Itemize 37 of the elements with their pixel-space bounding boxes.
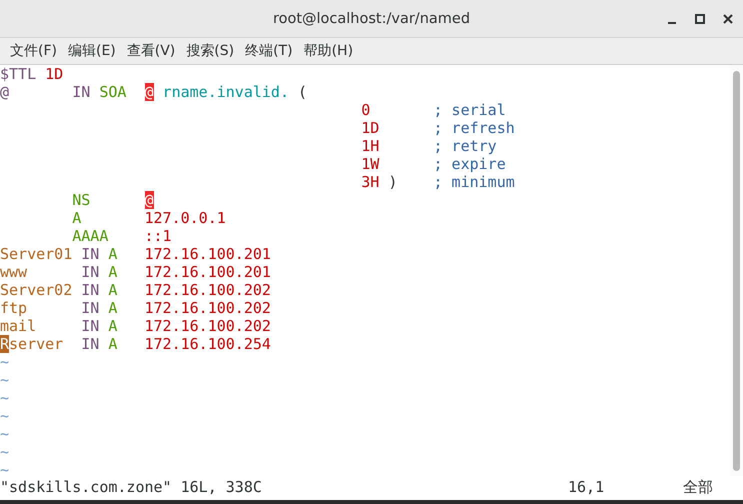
empty-line-marker: ~ — [0, 443, 10, 461]
code-line: 1W ; expire — [360, 155, 506, 173]
code-line: $TTL 1D — [0, 65, 64, 83]
code-line: 1D ; refresh — [360, 119, 515, 137]
menu-item[interactable]: 文件(F) — [5, 42, 62, 60]
empty-line-marker: ~ — [0, 407, 10, 425]
empty-line-marker: ~ — [0, 371, 10, 389]
code-line: A 127.0.0.1 — [71, 209, 226, 227]
code-line: ftp IN A 172.16.100.202 — [0, 299, 271, 317]
close-icon[interactable] — [723, 14, 733, 24]
code-line: 0 ; serial — [360, 101, 506, 119]
code-line: Server01 IN A 172.16.100.201 — [0, 245, 271, 263]
code-line: www IN A 172.16.100.201 — [0, 263, 271, 281]
code-line: NS @ — [71, 191, 154, 209]
code-line: @ IN SOA @ rname.invalid. ( — [0, 83, 308, 101]
empty-line-marker: ~ — [0, 461, 10, 479]
empty-line-marker: ~ — [0, 425, 10, 443]
scrollbar-thumb[interactable] — [733, 71, 740, 471]
menu-item[interactable]: 编辑(E) — [62, 42, 121, 60]
menu-item[interactable]: 帮助(H) — [298, 42, 358, 60]
cursor-position: 16,1 — [568, 478, 606, 496]
code-line: Rserver IN A 172.16.100.254 — [0, 335, 271, 353]
menu-item[interactable]: 搜索(S) — [181, 42, 240, 60]
code-line: mail IN A 172.16.100.202 — [0, 317, 271, 335]
code-line: 3H ) ; minimum — [360, 173, 515, 191]
code-line: 1H ; retry — [360, 137, 497, 155]
code-line: AAAA ::1 — [71, 227, 172, 245]
code-line: Server02 IN A 172.16.100.202 — [0, 281, 271, 299]
maximize-icon[interactable] — [695, 14, 705, 24]
empty-line-marker: ~ — [0, 353, 10, 371]
scrollbar[interactable] — [730, 65, 743, 476]
menu-item[interactable]: 终端(T) — [240, 42, 298, 60]
scroll-position: 全部 — [683, 478, 713, 496]
empty-line-marker: ~ — [0, 389, 10, 407]
window-title: root@localhost:/var/named — [272, 10, 470, 26]
status-message: "sdskills.com.zone" 16L, 338C — [0, 478, 263, 496]
menu-item[interactable]: 查看(V) — [122, 42, 180, 60]
